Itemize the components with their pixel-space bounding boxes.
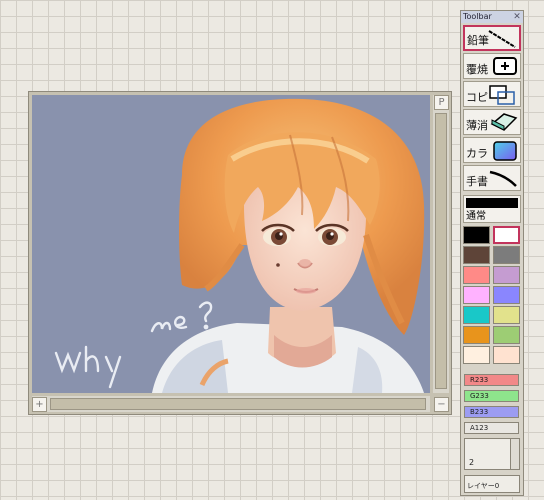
color-swatch[interactable]: [493, 246, 520, 264]
tool-label: 薄消: [466, 119, 488, 132]
color-swatch[interactable]: [493, 326, 520, 344]
pin-button[interactable]: P: [434, 95, 449, 110]
eraser-icon: [490, 113, 518, 131]
toolbar-panel: Toolbar ✕ 鉛筆 覆焼 コピ 薄消 カラ 手書 通常 R233 G233…: [460, 10, 524, 496]
tool-label: 手書: [466, 175, 488, 188]
plus-box-icon: [493, 57, 517, 75]
brush-size-panel[interactable]: 2: [464, 438, 520, 470]
horizontal-scroll-thumb[interactable]: [50, 398, 426, 410]
red-slider[interactable]: R233: [464, 374, 519, 386]
tool-label: 覆焼: [466, 63, 488, 76]
blend-mode-label: 通常: [466, 211, 486, 222]
zoom-out-button[interactable]: −: [434, 397, 449, 412]
tool-copy[interactable]: コピ: [463, 81, 521, 107]
color-swatch[interactable]: [463, 306, 490, 324]
color-swatch[interactable]: [463, 266, 490, 284]
canvas-window: P + −: [28, 91, 452, 415]
pencil-line-icon: [488, 30, 516, 48]
tool-freehand[interactable]: 手書: [463, 165, 521, 191]
gradient-icon: [493, 141, 517, 161]
close-icon[interactable]: ✕: [512, 12, 522, 22]
color-swatch[interactable]: [463, 226, 490, 244]
color-swatch[interactable]: [493, 346, 520, 364]
color-swatch[interactable]: [463, 326, 490, 344]
green-slider[interactable]: G233: [464, 390, 519, 402]
color-swatch[interactable]: [463, 286, 490, 304]
layer-panel[interactable]: レイヤー0: [464, 475, 520, 493]
brush-size-scroll[interactable]: [510, 439, 519, 469]
color-swatch[interactable]: [493, 286, 520, 304]
blue-slider[interactable]: B233: [464, 406, 519, 418]
tool-color[interactable]: カラ: [463, 137, 521, 163]
tool-soft-eraser[interactable]: 薄消: [463, 109, 521, 135]
blend-mode-selector[interactable]: 通常: [463, 195, 521, 223]
color-swatch[interactable]: [463, 246, 490, 264]
painting-portrait: [54, 98, 425, 393]
vertical-scrollbar[interactable]: [433, 95, 449, 393]
copy-rect-icon: [489, 85, 515, 105]
horizontal-scrollbar[interactable]: [32, 396, 430, 412]
drawing-canvas[interactable]: [32, 95, 430, 393]
color-swatch[interactable]: [493, 226, 520, 244]
tool-dodge[interactable]: 覆焼: [463, 53, 521, 79]
tool-pencil[interactable]: 鉛筆: [463, 25, 521, 51]
brush-size-value: 2: [469, 458, 475, 467]
color-swatch[interactable]: [463, 346, 490, 364]
tool-label: コピ: [466, 91, 488, 104]
tool-label: 鉛筆: [467, 34, 489, 47]
layer-label: レイヤー0: [467, 482, 500, 490]
color-swatch[interactable]: [493, 266, 520, 284]
color-swatch[interactable]: [493, 306, 520, 324]
tool-label: カラ: [466, 147, 488, 160]
vertical-scroll-thumb[interactable]: [435, 113, 447, 389]
alpha-slider[interactable]: A123: [464, 422, 519, 434]
curve-stroke-icon: [489, 170, 517, 187]
zoom-in-button[interactable]: +: [32, 397, 47, 412]
